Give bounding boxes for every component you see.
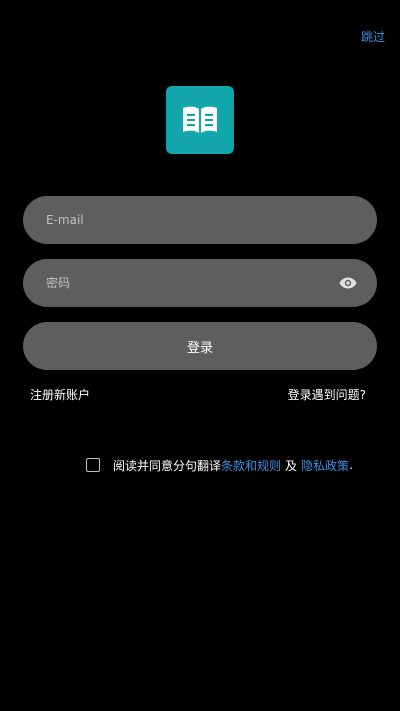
email-input[interactable] xyxy=(46,196,357,244)
password-input[interactable] xyxy=(46,259,339,307)
password-field[interactable] xyxy=(23,259,377,307)
eye-icon[interactable] xyxy=(339,274,357,292)
agreement-and-text: 及 xyxy=(285,458,298,473)
email-field[interactable] xyxy=(23,196,377,244)
terms-link[interactable]: 条款和规则 xyxy=(221,457,281,474)
agreement-checkbox[interactable] xyxy=(86,458,100,472)
register-link[interactable]: 注册新账户 xyxy=(30,386,90,403)
agreement-text: 阅读并同意分句翻译 xyxy=(113,458,222,473)
agreement-row: 阅读并同意分句翻译 条款和规则 及 隐私政策 . xyxy=(86,456,353,474)
agreement-period: . xyxy=(349,458,353,472)
privacy-policy-link[interactable]: 隐私政策 xyxy=(301,457,349,474)
skip-button[interactable]: 跳过 xyxy=(361,28,385,45)
login-trouble-link[interactable]: 登录遇到问题? xyxy=(288,386,366,403)
login-button[interactable]: 登录 xyxy=(23,322,377,370)
open-book-icon xyxy=(183,106,217,133)
app-logo xyxy=(166,86,234,154)
